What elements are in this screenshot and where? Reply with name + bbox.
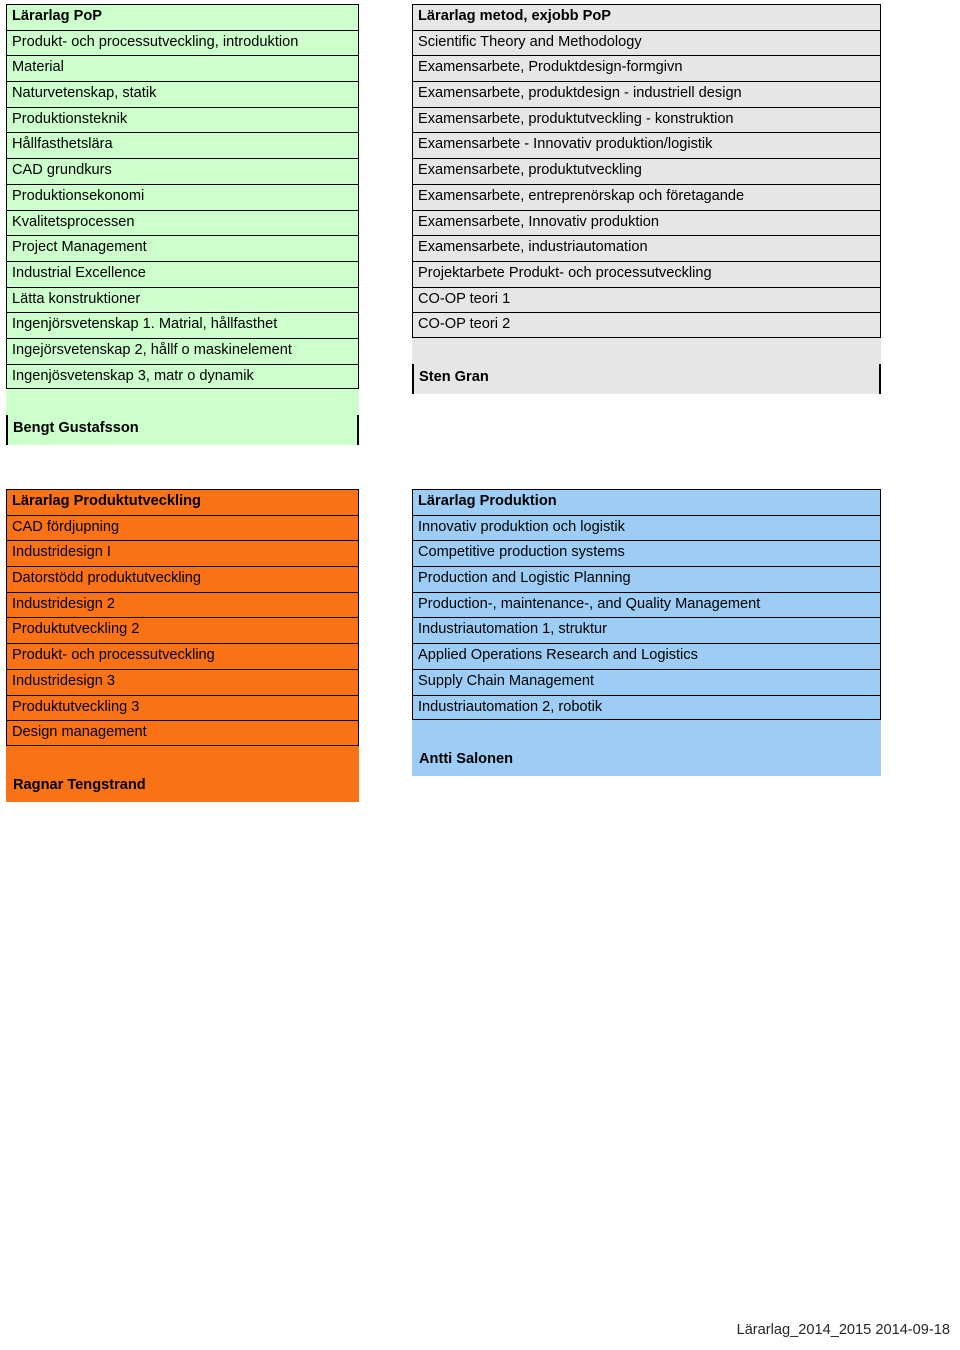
course-row: Lätta konstruktioner (6, 286, 359, 313)
course-row: Examensarbete, produktutveckling (412, 158, 881, 184)
course-row: Produkt- och processutveckling, introduk… (6, 29, 359, 56)
course-row: Material (6, 55, 359, 82)
course-row: CAD grundkurs (6, 158, 359, 184)
course-row: CAD fördjupning (6, 514, 359, 541)
course-row: Projektarbete Produkt- och processutveck… (412, 260, 881, 287)
team-table-produktion: Lärarlag Produktion Innovativ produktion… (412, 489, 881, 777)
table-spacer (6, 745, 359, 772)
course-row: Naturvetenskap, statik (6, 81, 359, 107)
course-list-produktion: Lärarlag Produktion Innovativ produktion… (412, 489, 881, 721)
course-row: Hållfasthetslära (6, 132, 359, 159)
course-row: Project Management (6, 235, 359, 261)
course-row: Produktutveckling 3 (6, 694, 359, 721)
course-row: Examensarbete, produktdesign - industrie… (412, 81, 881, 107)
course-row: Design management (6, 720, 359, 746)
course-row: Examensarbete, entreprenörskap och föret… (412, 183, 881, 210)
course-row: CO-OP teori 2 (412, 312, 881, 338)
course-row: Supply Chain Management (412, 668, 881, 695)
course-row: Competitive production systems (412, 540, 881, 567)
course-row: Innovativ produktion och logistik (412, 514, 881, 541)
course-row: Produktionsekonomi (6, 183, 359, 210)
team-table-metod: Lärarlag metod, exjobb PoP Scientific Th… (412, 4, 881, 394)
table-spacer (412, 337, 881, 364)
course-row: Production-, maintenance-, and Quality M… (412, 591, 881, 618)
course-row: Examensarbete, Produktdesign-formgivn (412, 55, 881, 82)
course-row: Examensarbete - Innovativ produktion/log… (412, 132, 881, 159)
team-table-pop: Lärarlag PoP Produkt- och processutveckl… (6, 4, 359, 446)
team-header-pop: Lärarlag PoP (6, 4, 359, 30)
course-row: Ingejörsvetenskap 2, hållf o maskineleme… (6, 337, 359, 364)
course-row: CO-OP teori 1 (412, 286, 881, 313)
course-row: Produktutveckling 2 (6, 617, 359, 644)
course-row: Examensarbete, Innovativ produktion (412, 209, 881, 236)
team-header-produktion: Lärarlag Produktion (412, 489, 881, 515)
course-row: Ingenjösvetenskap 3, matr o dynamik (6, 363, 359, 390)
course-row: Industrial Excellence (6, 260, 359, 287)
teacher-name-produktutveckling: Ragnar Tengstrand (6, 771, 359, 802)
course-row: Ingenjörsvetenskap 1. Matrial, hållfasth… (6, 312, 359, 338)
document-page: Lärarlag PoP Produkt- och processutveckl… (0, 0, 960, 1350)
course-row: Datorstödd produktutveckling (6, 566, 359, 592)
course-row: Kvalitetsprocessen (6, 209, 359, 236)
teacher-name-produktion: Antti Salonen (412, 746, 881, 777)
table-spacer (412, 720, 881, 747)
team-table-produktutveckling: Lärarlag Produktutveckling CAD fördjupni… (6, 489, 359, 802)
course-row: Production and Logistic Planning (412, 566, 881, 592)
team-header-produktutveckling: Lärarlag Produktutveckling (6, 489, 359, 515)
course-row: Examensarbete, industriautomation (412, 235, 881, 261)
course-row: Produktionsteknik (6, 106, 359, 133)
course-row: Examensarbete, produktutveckling - konst… (412, 106, 881, 133)
team-header-metod: Lärarlag metod, exjobb PoP (412, 4, 881, 30)
course-list-pop: Lärarlag PoP Produkt- och processutveckl… (6, 4, 359, 390)
teacher-name-metod: Sten Gran (412, 363, 881, 394)
table-spacer (6, 389, 359, 416)
teacher-name-pop: Bengt Gustafsson (6, 415, 359, 446)
course-row: Applied Operations Research and Logistic… (412, 643, 881, 669)
course-list-produktutveckling: Lärarlag Produktutveckling CAD fördjupni… (6, 489, 359, 746)
course-row: Industriautomation 1, struktur (412, 617, 881, 644)
course-row: Industriautomation 2, robotik (412, 694, 881, 721)
course-row: Scientific Theory and Methodology (412, 29, 881, 56)
course-row: Industridesign 3 (6, 668, 359, 695)
course-row: Industridesign 2 (6, 591, 359, 618)
document-footer: Lärarlag_2014_2015 2014-09-18 (736, 1322, 950, 1338)
course-row: Industridesign I (6, 540, 359, 567)
course-row: Produkt- och processutveckling (6, 643, 359, 669)
course-list-metod: Lärarlag metod, exjobb PoP Scientific Th… (412, 4, 881, 338)
